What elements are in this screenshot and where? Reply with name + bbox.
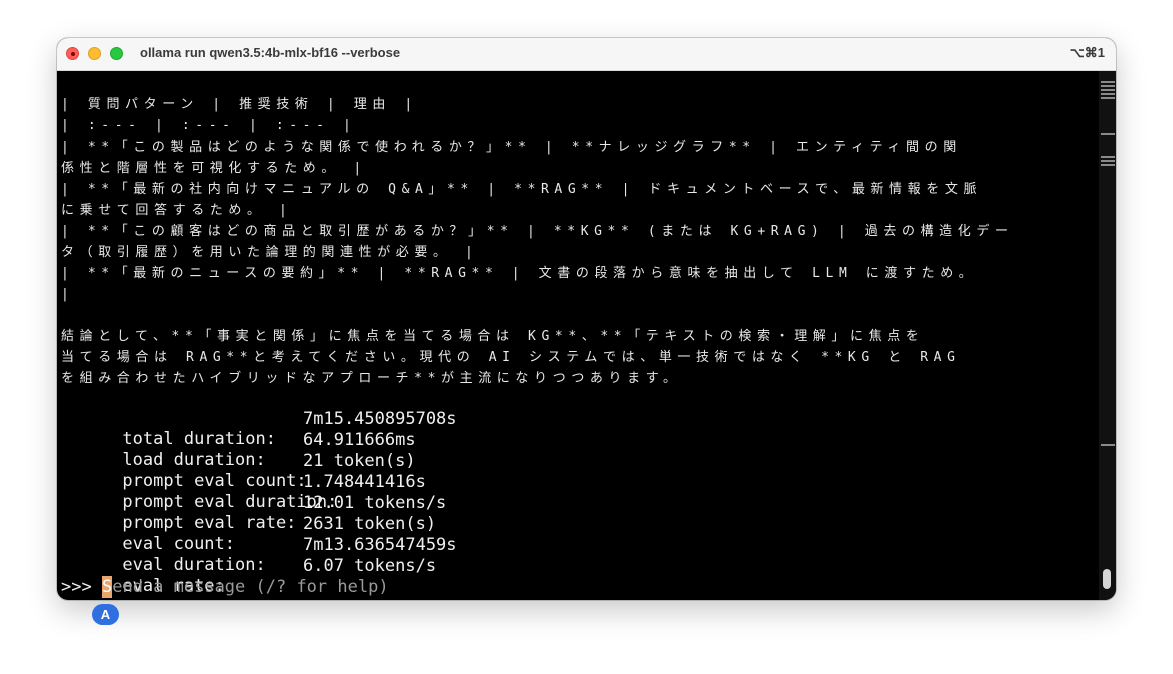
window-title: ollama run qwen3.5:4b-mlx-bf16 --verbose xyxy=(140,45,401,60)
scroll-mark xyxy=(1101,133,1115,135)
scroll-mark xyxy=(1101,156,1115,158)
conclusion-line-3: を組み合わせたハイブリッドなアプローチ**が主流になりつつあります。 xyxy=(61,371,682,386)
scroll-mark xyxy=(1101,85,1115,87)
terminal-window: ollama run qwen3.5:4b-mlx-bf16 --verbose… xyxy=(57,38,1116,600)
scroll-mark xyxy=(1101,160,1115,162)
scroll-mark xyxy=(1101,81,1115,83)
zoom-window-button[interactable] xyxy=(110,47,123,60)
text-cursor: S xyxy=(101,576,113,598)
stat-value: 21 token(s) xyxy=(303,451,416,471)
user-avatar-badge[interactable]: A xyxy=(92,604,119,625)
scroll-mark xyxy=(1101,97,1115,99)
stat-value: 64.911666ms xyxy=(303,430,416,450)
table-row-1-line-1: | **「この製品はどのような関係で使われるか？」** | **ナレッジグラフ*… xyxy=(61,140,962,155)
scrollbar[interactable] xyxy=(1099,71,1116,600)
stat-value: 7m15.450895708s xyxy=(303,409,457,429)
scroll-mark xyxy=(1101,93,1115,95)
scroll-mark xyxy=(1101,164,1115,166)
stat-value: 12.01 tokens/s xyxy=(303,493,447,513)
message-input[interactable]: >>> Send a message (/? for help) xyxy=(61,576,389,598)
stat-value: 7m13.636547459s xyxy=(303,535,457,555)
table-header-line: | 質問パターン | 推奨技術 | 理由 | xyxy=(61,97,418,112)
table-row-4-line-2: | xyxy=(61,287,75,302)
window-shortcut: ⌥⌘1 xyxy=(1069,45,1105,60)
close-window-button[interactable] xyxy=(66,47,79,60)
table-row-1-line-2: 係性と階層性を可視化するため。 | xyxy=(61,161,367,176)
conclusion-line-1: 結論として、**「事実と関係」に焦点を当てる場合は KG**、**「テキストの検… xyxy=(61,329,925,344)
minimize-window-button[interactable] xyxy=(88,47,101,60)
table-row-3-line-1: | **「この顧客はどの商品と取引歴があるか？」** | **KG** (または… xyxy=(61,224,1014,239)
table-row-4-line-1: | **「最新のニュースの要約」** | **RAG** | 文書の段落から意味… xyxy=(61,266,978,281)
conclusion-line-2: 当てる場合は RAG**と考えてください。現代の AI システムでは、単一技術で… xyxy=(61,350,961,365)
stat-value: 6.07 tokens/s xyxy=(303,556,437,576)
table-row-2-line-1: | **「最新の社内向けマニュアルの Q&A」** | **RAG** | ドキ… xyxy=(61,182,983,197)
table-row-2-line-2: に乗せて回答するため。 | xyxy=(61,203,293,218)
stat-value: 1.748441416s xyxy=(303,472,426,492)
scroll-mark xyxy=(1101,444,1115,446)
table-row-3-line-2: タ（取引履歴）を用いた論理的関連性が必要。 | xyxy=(61,245,479,260)
scrollbar-thumb[interactable] xyxy=(1103,569,1111,589)
table-separator-line: | :--- | :--- | :--- | xyxy=(61,118,357,133)
scroll-mark xyxy=(1101,89,1115,91)
terminal-output[interactable]: | 質問パターン | 推奨技術 | 理由 | | :--- | :--- | :… xyxy=(61,71,1099,600)
title-bar: ollama run qwen3.5:4b-mlx-bf16 --verbose… xyxy=(57,38,1116,71)
prompt-symbol: >>> xyxy=(61,577,92,597)
input-placeholder: end a message (/? for help) xyxy=(112,577,389,597)
stat-value: 2631 token(s) xyxy=(303,514,437,534)
